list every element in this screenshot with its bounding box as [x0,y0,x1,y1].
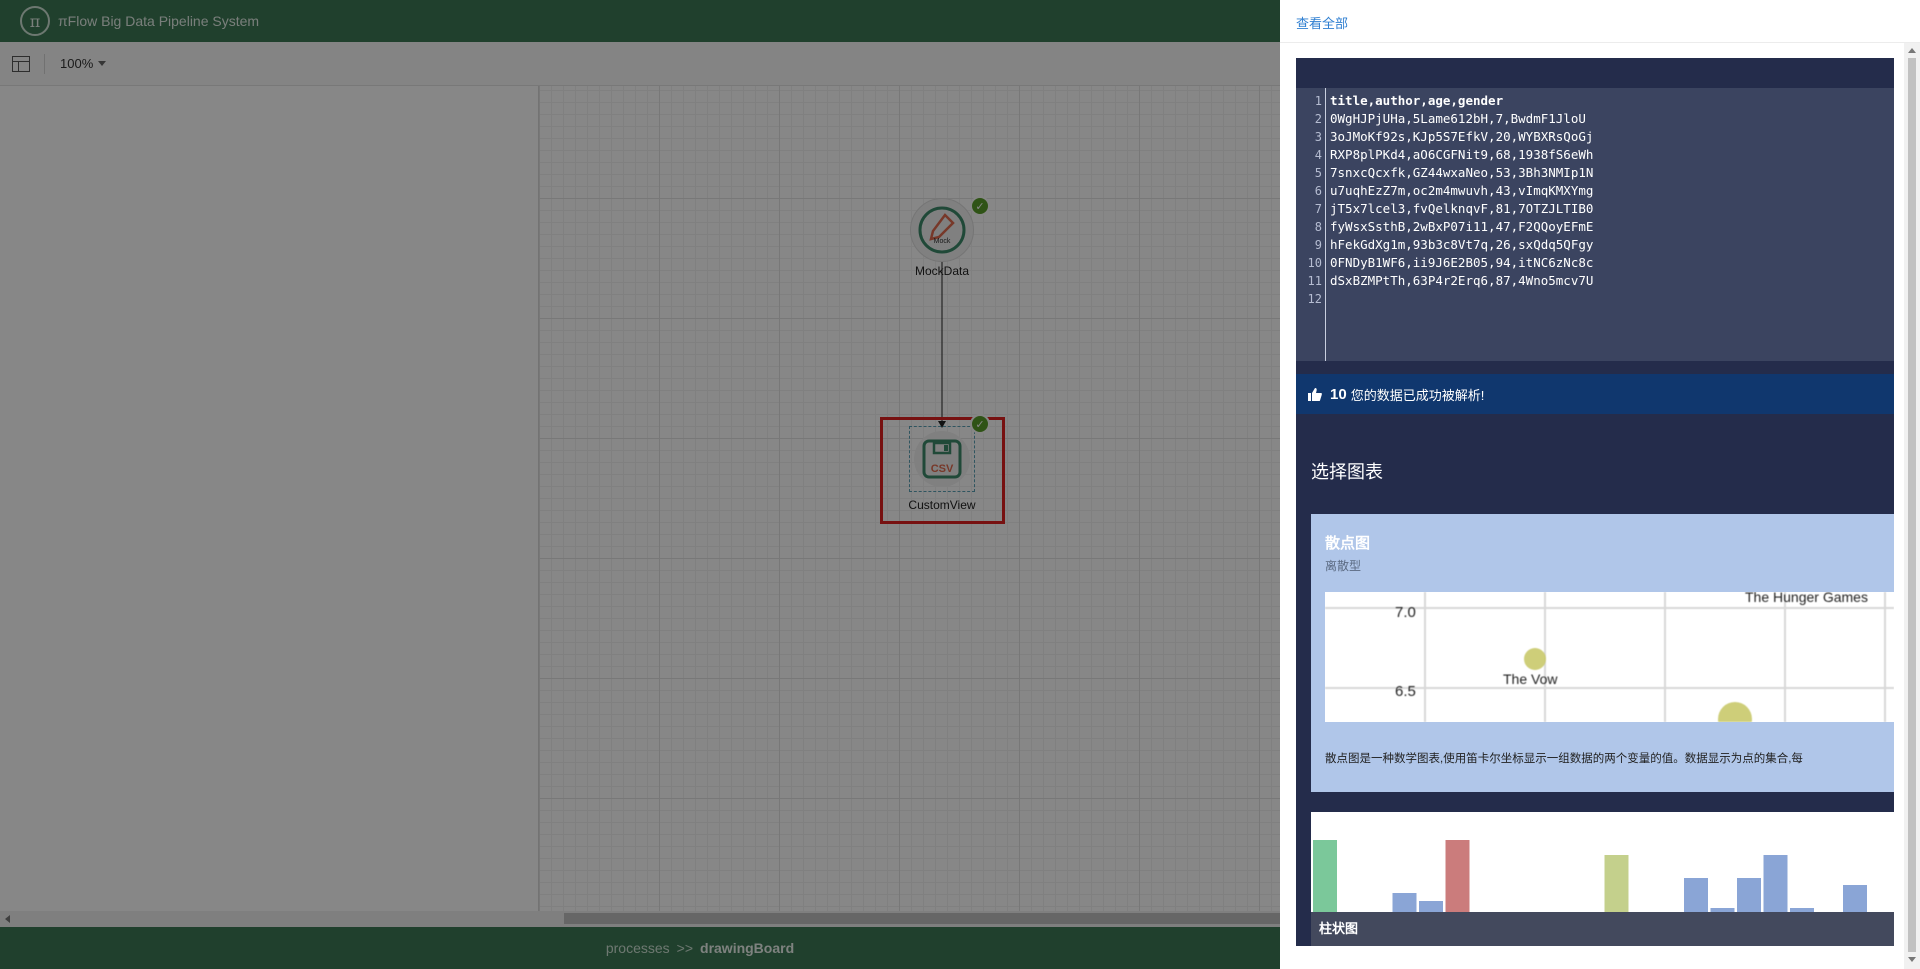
chart-option-bar[interactable]: 柱状图 [1311,812,1894,946]
editor-line: 9 hFekGdXg1m,93b3c8Vt7q,26,sxQdq5QFgy [1296,236,1594,254]
editor-line: 8 fyWsxSsthB,2wBxP07i11,47,F2QQoyEFmE [1296,218,1594,236]
line-number: 7 [1314,202,1322,216]
bar-preview-image [1313,840,1867,912]
csv-code-editor[interactable]: 1 title,author,age,gender 2 0WgHJPjUHa,5Lam… [1296,88,1894,361]
bar-preview-bar [1763,855,1788,912]
line-text: jT5x7lcel3,fvQelknqvF,81,7OTZJLTIB0 [1330,201,1594,216]
modal-backdrop[interactable] [0,0,1280,969]
scroll-up-icon[interactable] [1908,48,1916,53]
line-text: 7snxcQcxfk,GZ44wxaNeo,53,3Bh3NMIp1N [1330,165,1594,180]
scatter-y-tick: 7.0 [1395,604,1416,621]
line-text: u7uqhEzZ7m,oc2m4mwuvh,43,vImqKMXYmg [1330,183,1594,198]
view-all-link[interactable]: 查看全部 [1296,13,1348,32]
bar-preview-bar [1737,878,1761,912]
bar-preview-bar [1843,885,1867,912]
chart-option-scatter[interactable]: 散点图 离散型 7.0 6.5 The Vow The Hunger Games… [1311,514,1894,792]
chart-option-subtitle: 离散型 [1325,559,1362,573]
line-number: 1 [1314,94,1322,108]
editor-line: 12 [1296,290,1322,308]
parsed-row-count: 10 [1330,385,1347,403]
chart-option-title: 散点图 [1325,535,1371,552]
bar-preview-bar [1313,840,1337,912]
pipeline-app: π πFlow Big Data Pipeline System 100% Mo… [0,0,1280,969]
chart-option-title: 柱状图 [1311,912,1894,946]
bar-preview-bar [1392,893,1417,912]
thumbs-up-icon [1308,387,1322,401]
line-number: 6 [1314,184,1322,198]
scroll-down-icon[interactable] [1908,957,1916,962]
data-preview-drawer: 查看全部 1 title,author,age,gender 2 0WgHJPjUHa… [1280,0,1920,969]
editor-line: 2 0WgHJPjUHa,5Lame612bH,7,BwdmF1JloU [1296,110,1586,128]
bar-preview-bar [1684,878,1708,912]
bar-preview-bar [1419,901,1443,912]
line-number: 3 [1314,130,1322,144]
line-number: 10 [1307,256,1322,270]
editor-line: 4 RXP8plPKd4,aO6CGFNit9,68,1938fS6eWh [1296,146,1594,164]
drawer-vertical-scrollbar[interactable] [1904,43,1920,969]
line-number: 4 [1314,148,1322,162]
line-number: 8 [1314,220,1322,234]
drawer-content: 1 title,author,age,gender 2 0WgHJPjUHa,5Lam… [1296,58,1894,946]
line-text: 0FNDyB1WF6,ii9J6E2B05,94,itNC6zNc8c [1330,255,1594,270]
line-text: title,author,age,gender [1330,93,1504,108]
choose-chart-heading: 选择图表 [1311,462,1383,482]
bar-preview-bar [1604,855,1629,912]
chart-option-description: 散点图是一种数学图表,使用笛卡尔坐标显示一组数据的两个变量的值。数据显示为点的集… [1325,753,1803,765]
drawer-header: 查看全部 [1280,0,1920,43]
editor-line: 1 title,author,age,gender [1296,92,1503,110]
editor-line: 7 jT5x7lcel3,fvQelknqvF,81,7OTZJLTIB0 [1296,200,1594,218]
line-text: 0WgHJPjUHa,5Lame612bH,7,BwdmF1JloU [1330,111,1586,126]
editor-line: 5 7snxcQcxfk,GZ44wxaNeo,53,3Bh3NMIp1N [1296,164,1594,182]
line-text: hFekGdXg1m,93b3c8Vt7q,26,sxQdq5QFgy [1330,237,1594,252]
scatter-y-tick: 6.5 [1395,683,1416,700]
line-text: RXP8plPKd4,aO6CGFNit9,68,1938fS6eWh [1330,147,1594,162]
scrollbar-thumb[interactable] [1908,58,1916,952]
bar-preview-bar [1445,840,1470,912]
line-text: fyWsxSsthB,2wBxP07i11,47,F2QQoyEFmE [1330,219,1594,234]
line-number: 5 [1314,166,1322,180]
editor-line: 6 u7uqhEzZ7m,oc2m4mwuvh,43,vImqKMXYmg [1296,182,1594,200]
line-number: 11 [1307,274,1322,288]
scatter-preview-image: 7.0 6.5 The Vow The Hunger Games [1325,592,1894,722]
editor-line: 11 dSxBZMPtTh,63P4r2Erq6,87,4Wno5mcv7U [1296,272,1594,290]
editor-line: 10 0FNDyB1WF6,ii9J6E2B05,94,itNC6zNc8c [1296,254,1594,272]
line-number: 9 [1314,238,1322,252]
scatter-point-label: The Vow [1503,671,1558,687]
editor-line: 3 3oJMoKf92s,KJp5S7EfkV,20,WYBXRsQoGj [1296,128,1594,146]
line-number: 2 [1314,112,1322,126]
line-text: 3oJMoKf92s,KJp5S7EfkV,20,WYBXRsQoGj [1330,129,1594,144]
line-text: dSxBZMPtTh,63P4r2Erq6,87,4Wno5mcv7U [1330,273,1594,288]
scatter-point-label: The Hunger Games [1745,592,1868,605]
parse-success-message: 您的数据已成功被解析! [1350,387,1485,403]
parse-success-banner: 10 您的数据已成功被解析! [1296,374,1894,414]
line-number: 12 [1307,292,1322,306]
